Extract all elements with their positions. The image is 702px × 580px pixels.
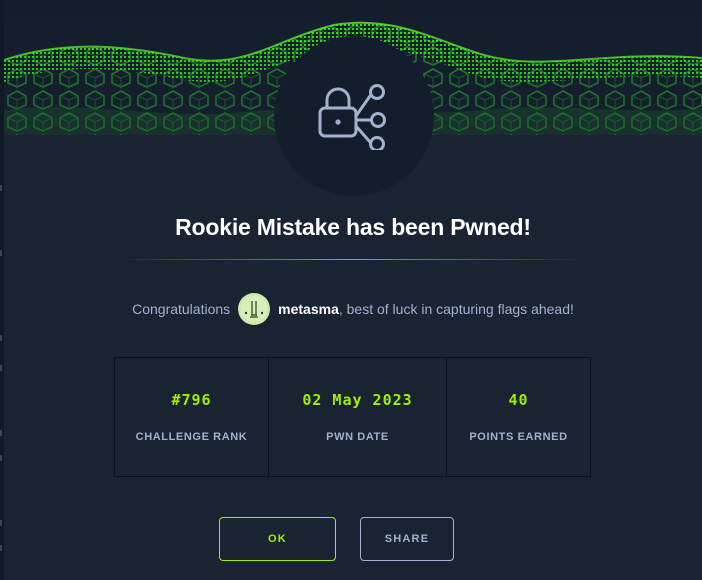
stat-challenge-rank: #796 CHALLENGE RANK	[115, 358, 269, 476]
challenge-badge	[274, 36, 434, 196]
pwn-date-label: PWN DATE	[326, 431, 389, 443]
lock-network-icon	[318, 84, 386, 150]
pwn-date-value: 02 May 2023	[302, 391, 413, 409]
challenge-rank-value: #796	[171, 391, 212, 409]
title-divider	[116, 259, 586, 260]
congrats-prefix: Congratulations	[132, 301, 231, 317]
congrats-suffix: , best of luck in capturing flags ahead!	[338, 301, 574, 317]
avatar-image	[241, 296, 268, 322]
stats-panel: #796 CHALLENGE RANK 02 May 2023 PWN DATE…	[114, 357, 591, 477]
share-button[interactable]: SHARE	[360, 517, 454, 561]
stat-points-earned: 40 POINTS EARNED	[447, 358, 590, 476]
stat-pwn-date: 02 May 2023 PWN DATE	[269, 358, 447, 476]
user-avatar[interactable]	[238, 293, 271, 325]
username[interactable]: metasma	[278, 301, 339, 317]
points-earned-value: 40	[508, 391, 529, 409]
points-earned-label: POINTS EARNED	[469, 431, 568, 443]
congratulations-message: Congratulations metasma , best of luck i…	[4, 292, 702, 326]
modal-title: Rookie Mistake has been Pwned!	[175, 214, 531, 240]
pwned-modal: Rookie Mistake has been Pwned! Congratul…	[4, 0, 702, 580]
ok-button[interactable]: OK	[219, 517, 336, 561]
challenge-rank-label: CHALLENGE RANK	[135, 431, 248, 443]
